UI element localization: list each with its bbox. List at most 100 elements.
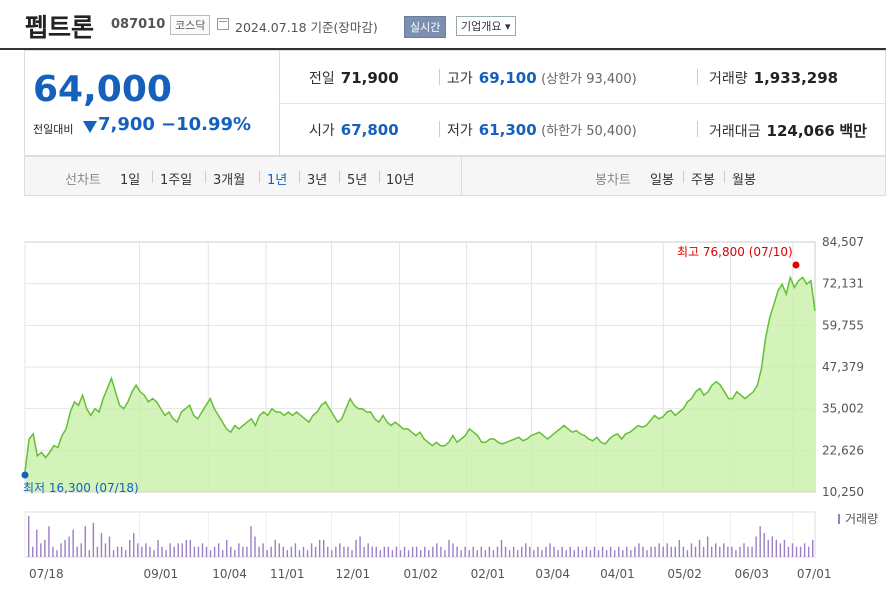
volume-bar — [395, 546, 398, 557]
volume-bar — [68, 536, 70, 557]
volume-bar — [569, 546, 571, 557]
volume-bar — [468, 550, 470, 557]
volume-bar — [310, 543, 313, 557]
volume-bar — [512, 546, 515, 557]
volume-bar — [812, 539, 814, 557]
volume-bar — [508, 550, 511, 557]
volume-bar — [193, 546, 196, 557]
volume-bar — [60, 543, 62, 557]
volume-bar — [371, 546, 373, 557]
volume-bar — [76, 546, 78, 557]
volume-bar — [157, 539, 159, 557]
volume-bar — [294, 543, 297, 557]
volume-bar — [318, 539, 321, 557]
volume-bar — [399, 550, 402, 557]
volume-bar — [432, 546, 434, 557]
volume-bar — [622, 550, 624, 557]
x-tick-label: 10/04 — [212, 567, 247, 581]
volume-bar — [529, 546, 531, 557]
volume-bar — [803, 543, 806, 557]
y-tick-label: 72,131 — [822, 277, 864, 291]
volume-bar — [674, 546, 676, 557]
volume-bar — [314, 546, 317, 557]
volume-bar — [686, 550, 689, 557]
volume-bar — [545, 546, 547, 557]
volume-bar — [379, 550, 381, 557]
x-tick-label: 02/01 — [471, 567, 506, 581]
volume-bar — [407, 550, 410, 557]
volume-bar — [177, 543, 179, 557]
x-tick-label: 01/02 — [403, 567, 438, 581]
high-annotation: 최고 76,800 (07/10) — [677, 245, 793, 259]
volume-bar — [452, 543, 454, 557]
volume-bar — [694, 546, 697, 557]
volume-bar — [581, 550, 584, 557]
volume-bar — [137, 543, 139, 557]
volume-bar — [504, 546, 507, 557]
volume-bar — [339, 543, 341, 557]
volume-bar — [290, 546, 293, 557]
volume-bar — [727, 546, 729, 557]
volume-bar — [654, 546, 656, 557]
volume-bar — [444, 550, 446, 557]
y-tick-label: 47,379 — [822, 360, 864, 374]
volume-bar — [763, 533, 765, 557]
volume-bar — [274, 539, 276, 557]
volume-bar — [626, 546, 628, 557]
volume-bar — [428, 550, 430, 557]
volume-bar — [480, 546, 483, 557]
volume-bar — [120, 546, 123, 557]
high-marker — [792, 261, 800, 269]
volume-bar — [541, 550, 543, 557]
low-marker — [21, 471, 29, 479]
volume-bar — [573, 550, 575, 557]
volume-bar — [723, 543, 725, 557]
volume-bar — [375, 546, 377, 557]
volume-bar — [456, 546, 458, 557]
y-tick-label: 22,626 — [822, 443, 864, 457]
volume-bar — [719, 546, 721, 557]
y-tick-label: 10,250 — [822, 485, 864, 499]
volume-bar — [52, 546, 54, 557]
volume-bar — [767, 539, 769, 557]
volume-bar — [464, 546, 466, 557]
volume-bar — [80, 543, 82, 557]
volume-bar — [383, 546, 386, 557]
volume-bar — [112, 550, 115, 557]
x-tick-label: 05/02 — [667, 567, 702, 581]
volume-bar — [44, 539, 46, 557]
volume-bar — [779, 543, 782, 557]
volume-bar — [739, 546, 741, 557]
volume-bar — [359, 536, 361, 557]
volume-bar — [278, 543, 280, 557]
volume-bar — [153, 550, 155, 557]
volume-bar — [116, 546, 119, 557]
volume-bar — [331, 550, 333, 557]
volume-bar — [593, 546, 596, 557]
volume-bar — [242, 546, 244, 557]
volume-bar — [658, 543, 660, 557]
x-tick-label: 06/03 — [734, 567, 769, 581]
volume-bar — [221, 550, 224, 557]
volume-bar — [609, 546, 612, 557]
volume-bar — [476, 550, 478, 557]
volume-bar — [335, 546, 337, 557]
volume-bar — [201, 543, 204, 557]
volume-bar — [690, 543, 693, 557]
volume-bar — [585, 546, 588, 557]
volume-bar — [715, 543, 717, 557]
volume-bar — [634, 546, 636, 557]
volume-bar — [525, 543, 527, 557]
volume-bar — [597, 550, 600, 557]
volume-bar — [149, 546, 151, 557]
volume-bar — [129, 539, 131, 557]
volume-bar — [565, 550, 567, 557]
volume-bar — [197, 546, 200, 557]
volume-bar — [367, 543, 369, 557]
volume-bar — [84, 526, 86, 557]
volume-bar — [145, 543, 147, 557]
volume-bar — [298, 550, 301, 557]
volume-bar — [185, 539, 188, 557]
volume-bar — [189, 539, 192, 557]
volume-bar — [755, 536, 757, 557]
